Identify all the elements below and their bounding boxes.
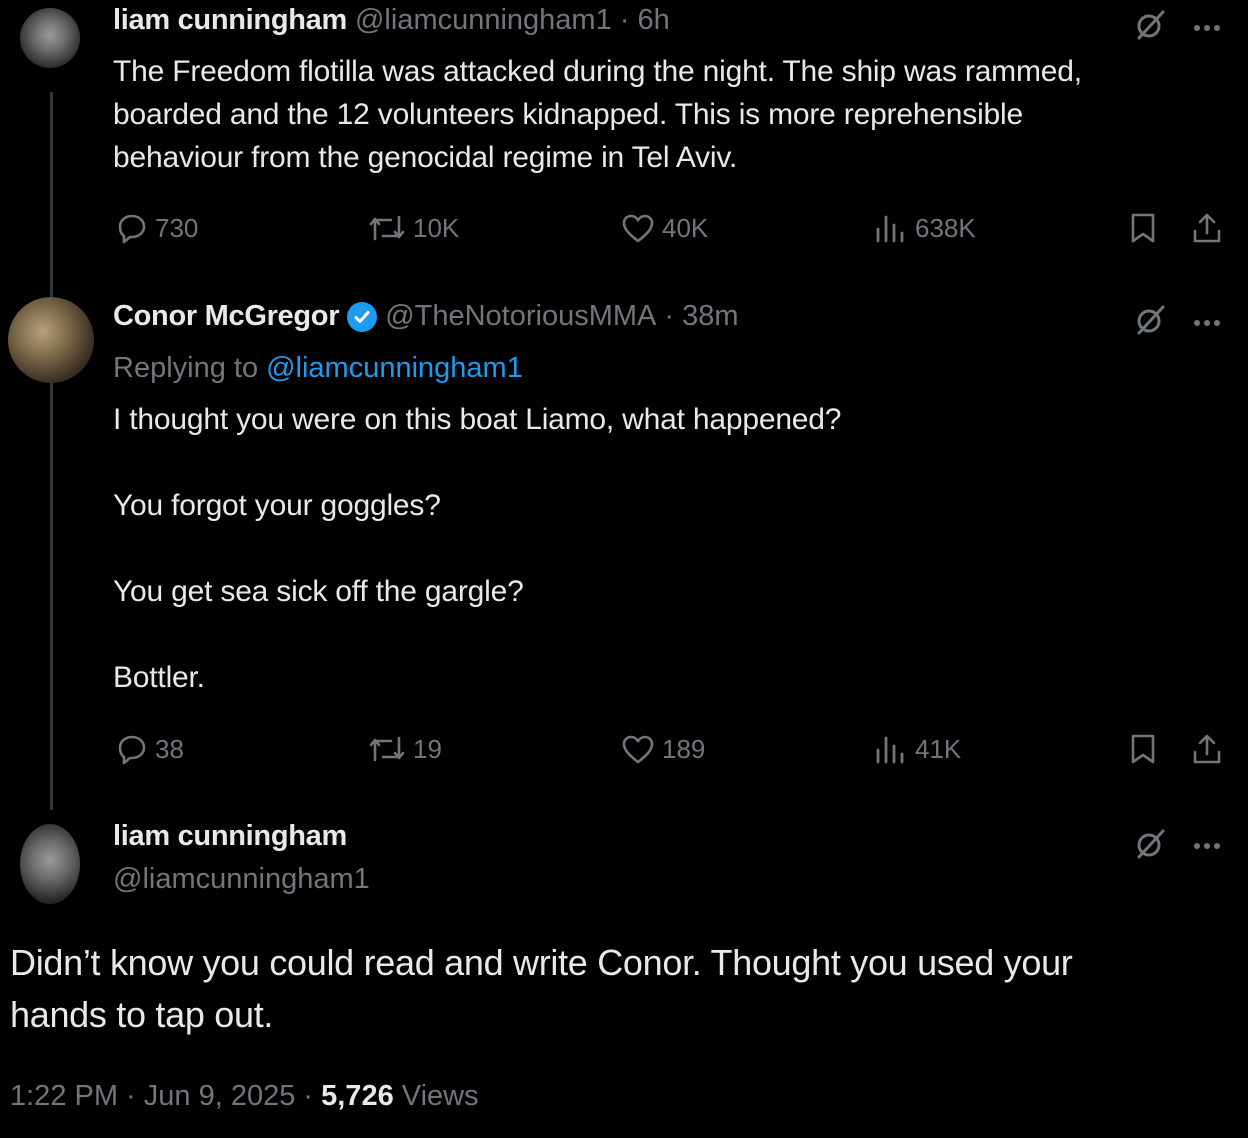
display-name[interactable]: Conor McGregor [113, 300, 340, 333]
reply-count: 730 [155, 212, 199, 243]
bookmark-button[interactable] [1128, 732, 1158, 766]
tweet-paragraph: I thought you were on this boat Liamo, w… [113, 403, 842, 436]
like-button[interactable]: 189 [620, 732, 705, 766]
reply-button[interactable]: 730 [115, 211, 198, 245]
reply-button[interactable]: 38 [115, 732, 184, 766]
views-button[interactable]: 638K [873, 211, 976, 245]
share-icon [1193, 734, 1221, 764]
avatar[interactable] [8, 297, 94, 383]
reply-icon [118, 214, 146, 244]
like-button[interactable]: 40K [620, 211, 708, 245]
tweet-text: I thought you were on this boat Liamo, w… [113, 398, 1223, 699]
repost-count: 10K [413, 212, 460, 243]
replying-to-link[interactable]: @liamcunningham1 [266, 352, 523, 385]
timestamp[interactable]: 1:22 PM · Jun 9, 2025 · [10, 1080, 321, 1112]
avatar[interactable] [20, 824, 80, 904]
main-tweet-text: Didn’t know you could read and write Con… [10, 937, 1230, 1041]
tweet-paragraph: You forgot your goggles? [113, 489, 441, 522]
share-button[interactable] [1190, 211, 1224, 245]
more-icon[interactable] [1192, 20, 1226, 38]
views-count: 41K [915, 733, 962, 764]
handle[interactable]: @TheNotoriousMMA [385, 300, 656, 333]
repost-button[interactable]: 10K [367, 211, 459, 245]
tweet-header: liam cunningham @liamcunningham1 · 6h [113, 4, 670, 37]
replying-prefix: Replying to [113, 352, 259, 384]
avatar[interactable] [20, 8, 80, 68]
display-name[interactable]: liam cunningham [113, 4, 347, 37]
display-name[interactable]: liam cunningham [113, 820, 347, 852]
main-handle-wrap: @liamcunningham1 [113, 863, 370, 896]
more-icon[interactable] [1192, 315, 1226, 333]
bookmark-button[interactable] [1128, 211, 1158, 245]
tweet-line: behaviour from the genocidal regime in T… [113, 141, 738, 174]
like-icon [622, 735, 654, 764]
tweet-header: Conor McGregor @TheNotoriousMMA · 38m [113, 300, 739, 333]
reply-count: 38 [155, 733, 184, 764]
handle[interactable]: @liamcunningham1 [355, 4, 612, 37]
tweet-line: hands to tap out. [10, 994, 274, 1035]
more-icon[interactable] [1192, 838, 1226, 856]
reply-icon [118, 735, 146, 765]
tweet-paragraph: You get sea sick off the gargle? [113, 575, 524, 608]
repost-button[interactable]: 19 [367, 732, 442, 766]
thread-line [50, 92, 53, 810]
tweet-line: boarded and the 12 volunteers kidnapped.… [113, 98, 1023, 131]
share-button[interactable] [1190, 732, 1224, 766]
views-icon [876, 736, 904, 764]
tweet-line: The Freedom flotilla was attacked during… [113, 55, 1082, 88]
grok-icon[interactable] [1133, 8, 1167, 47]
views-label: Views [401, 1080, 479, 1112]
handle[interactable]: @liamcunningham1 [113, 863, 370, 895]
repost-icon [369, 215, 405, 241]
replying-to: Replying to @liamcunningham1 [113, 352, 523, 385]
like-count: 189 [662, 733, 706, 764]
views-count: 5,726 [321, 1080, 394, 1112]
repost-icon [369, 736, 405, 762]
main-display-name-wrap: liam cunningham [113, 820, 347, 853]
views-icon [876, 215, 904, 243]
tweet-paragraph: Bottler. [113, 661, 205, 694]
timestamp[interactable]: · 6h [620, 4, 670, 37]
like-count: 40K [662, 212, 709, 243]
share-icon [1193, 213, 1221, 243]
grok-icon[interactable] [1133, 827, 1167, 866]
bookmark-icon [1131, 213, 1155, 243]
verified-badge-icon [347, 301, 378, 332]
repost-count: 19 [413, 733, 442, 764]
timestamp[interactable]: · 38m [664, 300, 738, 333]
views-count: 638K [915, 212, 976, 243]
views-button[interactable]: 41K [873, 732, 961, 766]
tweet-text: The Freedom flotilla was attacked during… [113, 50, 1223, 179]
bookmark-icon [1131, 734, 1155, 764]
tweet-line: Didn’t know you could read and write Con… [10, 942, 1073, 983]
grok-icon[interactable] [1133, 303, 1167, 342]
tweet-meta: 1:22 PM · Jun 9, 2025 · 5,726 Views [10, 1080, 479, 1113]
like-icon [622, 214, 654, 243]
